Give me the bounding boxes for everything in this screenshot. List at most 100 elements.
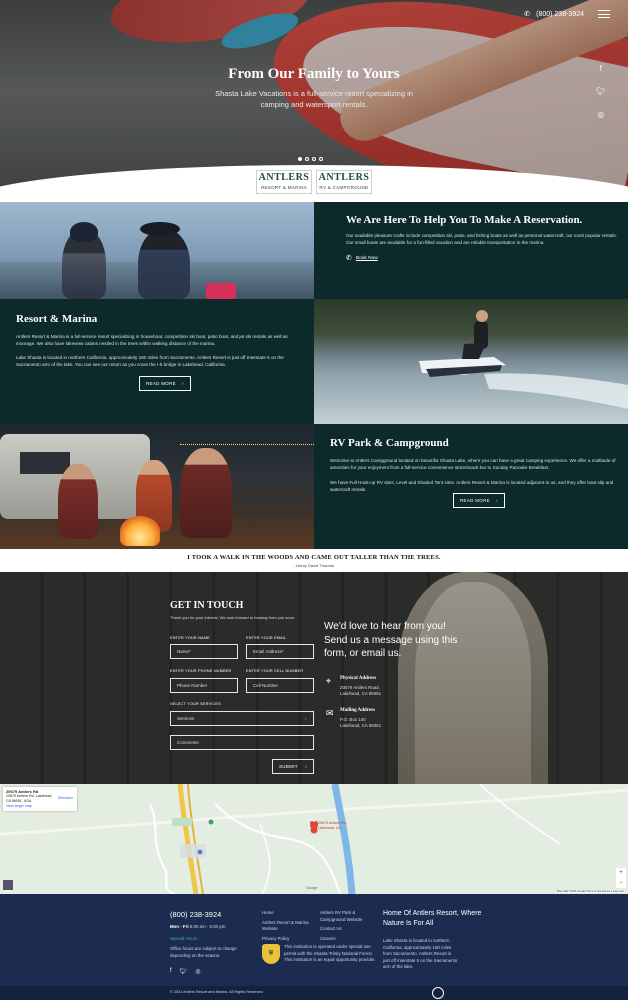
footer-hours: Mon - Fri 8:00 am - 5:00 pm [170, 924, 225, 931]
contact-title: GET IN TOUCH [170, 600, 244, 611]
red-bucket [206, 283, 236, 299]
carousel-dot[interactable] [305, 157, 309, 161]
logo-resort-marina[interactable]: ANTLERS RESORT & MARINA [256, 170, 312, 194]
instagram-icon[interactable]: ◎ [597, 110, 604, 119]
special-hours-link[interactable]: Special Hours [170, 936, 197, 943]
arrow-down-icon: ↓ [304, 716, 307, 721]
designer-logo-icon[interactable] [432, 987, 444, 999]
map-view-larger-link[interactable]: View larger map [6, 804, 74, 809]
kid-hat [140, 222, 180, 236]
phone-icon: ✆ [346, 255, 352, 262]
mailbox-icon: ✉ [326, 708, 334, 718]
rv-window [20, 452, 70, 474]
footer-link-home[interactable]: Home [262, 910, 312, 917]
footer-links-col2: Antlers RV Park & Campground Website Con… [320, 910, 378, 942]
carousel-dot[interactable] [298, 157, 302, 161]
submit-button[interactable]: SUBMIT › [272, 759, 314, 774]
quote-text: I TOOK A WALK IN THE WOODS AND CAME OUT … [187, 554, 441, 561]
submit-label: SUBMIT [279, 764, 298, 769]
services-select[interactable]: Services ↓ [170, 711, 314, 726]
footer-link-rv[interactable]: Antlers RV Park & Campground Website [320, 910, 378, 923]
services-label: SELECT YOUR SERVICES [170, 702, 221, 706]
twitter-icon[interactable]: 🐦︎ [596, 87, 606, 96]
contact-section: GET IN TOUCH Thank you for your interest… [0, 572, 628, 784]
hero-title: From Our Family to Yours [228, 66, 400, 82]
contact-subtitle: Thank you for your interest. We look for… [170, 615, 296, 620]
menu-icon[interactable] [598, 10, 610, 18]
resort-text-1: Antlers Resort & Marina is a full-servic… [16, 334, 288, 346]
copyright-text: © 2021 Antlers Resort and Marina. All Ri… [170, 990, 264, 994]
rv-text-2: We have Full Hook-up RV sites, Level and… [330, 480, 614, 492]
map-info-card: 20679 Antlers Rd 20679 Antlers Rd, Lakeh… [3, 787, 77, 811]
twitter-icon[interactable]: 🐦︎ [180, 968, 188, 975]
map-pin-label: 20679 Antlers Rd, Lakehead, CA [318, 821, 347, 830]
resort-panel: Resort & Marina Antlers Resort & Marina … [0, 299, 314, 424]
footer-home-title: Home Of Antlers Resort, Where Nature Is … [383, 910, 482, 927]
physical-address-title: Physical Address [340, 676, 377, 681]
google-map[interactable]: 20679 Antlers Rd 20679 Antlers Rd, Lakeh… [0, 784, 628, 894]
footer-links-col1: Home Antlers Resort & Marina Website Pri… [262, 910, 312, 942]
footer-phone[interactable]: (800) 238-3924 [170, 910, 221, 919]
carousel-dot[interactable] [312, 157, 316, 161]
kid-hat [70, 222, 98, 242]
campfire [120, 516, 160, 546]
contact-message: We'd love to hear from you! Send us a me… [324, 621, 458, 659]
physical-address-line2: Lakehead, CA 96051 [340, 691, 382, 696]
name-input[interactable]: Name* [170, 644, 238, 659]
contact-overlay [0, 572, 628, 784]
photo-kids-fishing [0, 202, 314, 299]
quote-author: - Henry David Thoreau [293, 563, 335, 568]
facebook-icon[interactable]: f [170, 968, 172, 975]
map-roads [0, 784, 628, 894]
map-card-address: 20679 Antlers Rd, Lakehead, CA 96051, US… [6, 794, 53, 803]
footer-link-resort[interactable]: Antlers Resort & Marina Website [262, 920, 312, 933]
zoom-out-button[interactable]: − [616, 878, 626, 888]
string-lights [180, 444, 314, 446]
cell-input[interactable]: Cell Number [246, 678, 314, 693]
person-figure [180, 448, 232, 538]
phone-input[interactable]: Phone Number [170, 678, 238, 693]
photo-jet-ski [314, 299, 628, 424]
services-value: Services [177, 716, 195, 721]
forest-service-shield-icon: ⛨ [262, 944, 280, 964]
chevron-right-icon: › [181, 381, 184, 386]
photo-campfire [0, 424, 314, 549]
read-more-label: READ MORE [146, 381, 176, 386]
resort-read-more-button[interactable]: READ MORE › [139, 376, 191, 391]
map-directions-link[interactable]: Directions [58, 796, 73, 801]
rv-panel: RV Park & Campground Welcome to Antlers … [314, 424, 628, 549]
book-now-label: Book Now [355, 255, 378, 261]
header-phone[interactable]: (800) 238-3924 [536, 11, 584, 18]
reservation-panel: We Are Here To Help You To Make A Reserv… [314, 202, 628, 299]
zoom-in-button[interactable]: + [616, 868, 626, 878]
comments-input[interactable]: Comments [170, 735, 314, 750]
mailing-address-title: Mailing Address [340, 708, 376, 713]
logo-rv-campground[interactable]: ANTLERS RV & CAMPGROUND [316, 170, 372, 194]
person-figure [58, 464, 98, 539]
hero-subtitle: Shasta Lake Vacations is a full-service … [215, 89, 413, 110]
top-bar: ✆ (800) 238-3924 [524, 10, 610, 18]
footer: (800) 238-3924 Mon - Fri 8:00 am - 5:00 … [0, 894, 628, 986]
email-label: ENTER YOUR EMAIL [246, 636, 287, 640]
copyright-bar: © 2021 Antlers Resort and Marina. All Ri… [0, 986, 628, 1000]
hero-section: ✆ (800) 238-3924 From Our Family to Your… [0, 0, 628, 200]
rv-read-more-button[interactable]: READ MORE › [453, 493, 505, 508]
facebook-icon[interactable]: f [600, 64, 602, 73]
social-links: f 🐦︎ ◎ [596, 64, 606, 119]
physical-address-line1: 20679 Antlers Road, [340, 685, 380, 690]
carousel-dot[interactable] [319, 157, 323, 161]
footer-link-privacy[interactable]: Privacy Policy [262, 936, 312, 943]
instagram-icon[interactable]: ◎ [195, 968, 200, 975]
email-input[interactable]: Email Address* [246, 644, 314, 659]
carousel-dots [298, 157, 323, 161]
jet-ski-illustration [419, 310, 628, 409]
map-attribution: Map data ©2021 Google Terms of Use Repor… [557, 890, 624, 893]
footer-home-text: Lake Shasta is located in northern Calif… [383, 938, 458, 969]
footer-link-careers[interactable]: Careers [320, 936, 378, 943]
google-logo: Google [306, 886, 318, 890]
street-view-icon[interactable] [3, 880, 13, 890]
hours-time: 8:00 am - 5:00 pm [189, 924, 226, 929]
book-now-link[interactable]: ✆ Book Now [346, 254, 378, 262]
footer-link-contact[interactable]: Contact Us [320, 926, 378, 933]
reservation-title: We Are Here To Help You To Make A Reserv… [346, 214, 583, 226]
